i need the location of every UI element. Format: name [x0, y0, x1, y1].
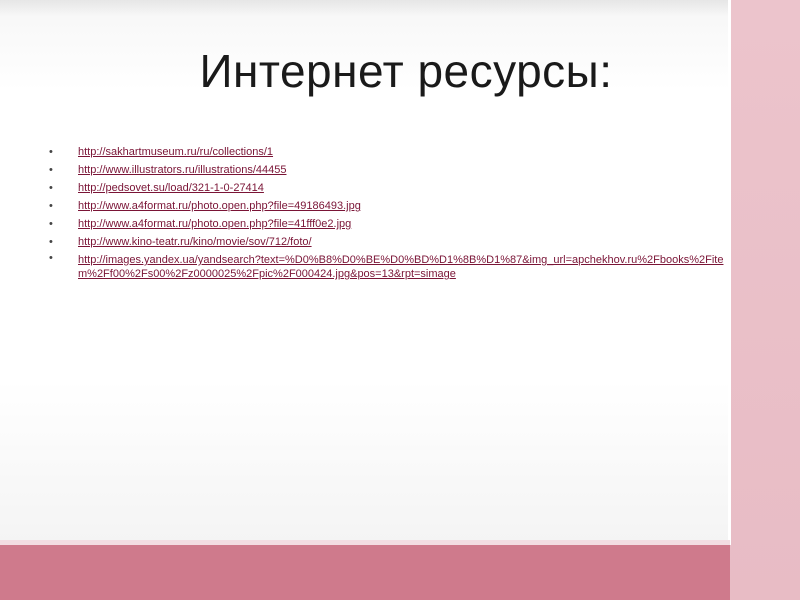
bottom-decor-bar [0, 545, 730, 600]
resource-link[interactable]: http://www.a4format.ru/photo.open.php?fi… [78, 200, 361, 212]
bullet-icon: • [49, 182, 53, 194]
slide-title: Интернет ресурсы: [199, 45, 613, 97]
list-item: • http://www.a4format.ru/photo.open.php?… [44, 215, 734, 233]
resource-link[interactable]: http://www.illustrators.ru/illustrations… [78, 164, 286, 176]
list-item: • http://pedsovet.su/load/321-1-0-27414 [44, 179, 734, 197]
top-shadow [0, 0, 730, 16]
bullet-icon: • [49, 164, 53, 176]
resource-link[interactable]: http://www.a4format.ru/photo.open.php?fi… [78, 218, 351, 230]
bullet-icon: • [49, 146, 53, 158]
resource-link[interactable]: http://pedsovet.su/load/321-1-0-27414 [78, 182, 264, 194]
list-item: • http://www.a4format.ru/photo.open.php?… [44, 197, 734, 215]
resource-link[interactable]: http://sakhartmuseum.ru/ru/collections/1 [78, 146, 273, 158]
bullet-icon: • [49, 200, 53, 212]
bullet-icon: • [49, 252, 53, 264]
list-item: • http://images.yandex.ua/yandsearch?tex… [44, 251, 734, 281]
bullet-icon: • [49, 236, 53, 248]
resource-link[interactable]: http://www.kino-teatr.ru/kino/movie/sov/… [78, 236, 312, 248]
slide: Интернет ресурсы: • http://sakhartmuseum… [0, 0, 800, 600]
list-item: • http://www.kino-teatr.ru/kino/movie/so… [44, 233, 734, 251]
resource-link-list: • http://sakhartmuseum.ru/ru/collections… [44, 143, 734, 281]
list-item: • http://sakhartmuseum.ru/ru/collections… [44, 143, 734, 161]
list-item: • http://www.illustrators.ru/illustratio… [44, 161, 734, 179]
bullet-icon: • [49, 218, 53, 230]
resource-link[interactable]: http://images.yandex.ua/yandsearch?text=… [78, 254, 723, 280]
